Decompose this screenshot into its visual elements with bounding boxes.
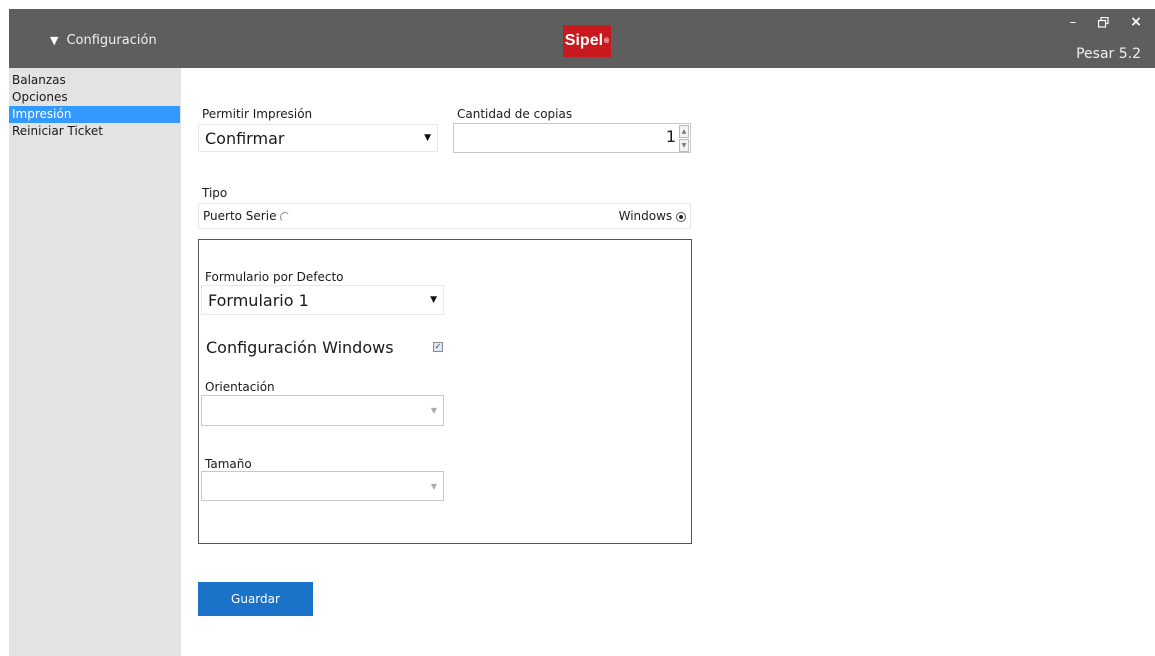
cantidad-copias-label: Cantidad de copias (457, 107, 573, 121)
formulario-value: Formulario 1 (208, 290, 309, 310)
tamano-label: Tamaño (205, 457, 252, 471)
sidebar-item-label: Reiniciar Ticket (12, 124, 103, 138)
permitir-impresion-select[interactable]: Confirmar ▼ (198, 124, 438, 152)
sidebar-item-label: Opciones (12, 90, 68, 104)
save-button[interactable]: Guardar (198, 582, 313, 616)
cantidad-copias-stepper[interactable]: 1 ▲ ▼ (453, 123, 691, 153)
chevron-down-icon: ▼ (430, 406, 437, 415)
radio-selected-icon (676, 211, 686, 222)
checkmark-icon: ✓ (434, 342, 442, 351)
minimize-button[interactable]: – (1063, 12, 1083, 32)
orientacion-select[interactable]: ▼ (201, 395, 444, 426)
menu-toggle-label: Configuración (66, 33, 157, 48)
tipo-label: Tipo (202, 186, 228, 200)
decrement-icon[interactable]: ▼ (679, 139, 689, 152)
restore-icon (1097, 16, 1109, 28)
sipel-logo: Sipel ® (563, 25, 611, 57)
close-icon: × (1130, 14, 1142, 30)
restore-button[interactable] (1093, 12, 1113, 32)
permitir-impresion-value: Confirmar (205, 128, 285, 148)
sidebar: Balanzas Opciones Impresión Reiniciar Ti… (9, 68, 181, 656)
radio-windows-label: Windows (618, 209, 673, 223)
tamano-select[interactable]: ▼ (201, 471, 444, 501)
sidebar-item-impresion[interactable]: Impresión (9, 106, 180, 123)
chevron-down-icon: ▼ (424, 133, 431, 143)
configuracion-windows-checkbox[interactable]: ✓ (433, 342, 443, 352)
formulario-select[interactable]: Formulario 1 ▼ (201, 285, 444, 315)
app-version: Pesar 5.2 (1076, 46, 1141, 62)
tipo-radio-group: Puerto Serie Windows (198, 203, 691, 229)
cantidad-copias-value: 1 (665, 127, 676, 146)
save-button-label: Guardar (231, 592, 280, 606)
close-button[interactable]: × (1126, 12, 1146, 32)
sidebar-item-opciones[interactable]: Opciones (9, 89, 180, 106)
sidebar-item-balanzas[interactable]: Balanzas (9, 72, 180, 89)
menu-toggle[interactable]: ▼ Configuración (50, 33, 157, 48)
radio-unselected-icon (280, 211, 291, 222)
permitir-impresion-label: Permitir Impresión (202, 107, 313, 121)
triangle-down-icon: ▼ (50, 34, 59, 47)
spin-buttons: ▲ ▼ (679, 125, 689, 153)
chevron-down-icon: ▼ (430, 295, 437, 305)
orientacion-label: Orientación (205, 380, 275, 394)
formulario-label: Formulario por Defecto (205, 270, 344, 284)
sidebar-item-label: Balanzas (12, 73, 66, 87)
sidebar-item-reiniciar-ticket[interactable]: Reiniciar Ticket (9, 123, 180, 140)
radio-puerto-serie[interactable]: Puerto Serie (203, 209, 291, 223)
configuracion-windows-label: Configuración Windows (206, 338, 394, 357)
radio-windows[interactable]: Windows (619, 209, 686, 223)
increment-icon[interactable]: ▲ (679, 125, 689, 138)
radio-puerto-serie-label: Puerto Serie (203, 209, 277, 223)
sidebar-item-label: Impresión (12, 107, 72, 121)
chevron-down-icon: ▼ (430, 481, 437, 491)
minimize-icon: – (1069, 14, 1077, 30)
